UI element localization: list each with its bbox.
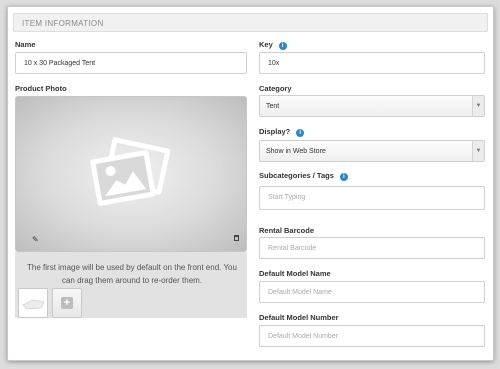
key-label: Key i [259, 40, 287, 50]
trash-icon[interactable] [234, 235, 239, 241]
add-photo-button[interactable]: + [52, 288, 82, 318]
subcategories-tags-input[interactable]: Start Typing [259, 186, 485, 210]
subcategories-label: Subcategories / Tags i [259, 171, 348, 181]
photo-thumbnail[interactable] [18, 288, 48, 318]
display-selected-value: Show in Web Store [266, 148, 326, 155]
key-label-text: Key [259, 40, 273, 49]
product-photo-dropzone[interactable]: ✎ [15, 96, 247, 252]
info-icon[interactable]: i [278, 42, 287, 50]
display-label-text: Display? [259, 127, 291, 136]
info-icon[interactable]: i [296, 129, 305, 137]
product-photo-label: Product Photo [15, 84, 67, 93]
photo-gallery-area: The first image will be used by default … [15, 252, 247, 318]
key-input[interactable]: 10x [259, 52, 485, 74]
rental-barcode-input[interactable]: Rental Barcode [259, 237, 485, 259]
default-model-name-label: Default Model Name [259, 269, 331, 278]
category-select[interactable]: Tent ▼ [259, 95, 485, 117]
info-icon[interactable]: i [339, 173, 348, 181]
tent-thumbnail-image [22, 299, 45, 310]
image-placeholder-icon [90, 137, 171, 206]
name-input[interactable]: 10 x 30 Packaged Tent [15, 52, 247, 74]
subcategories-label-text: Subcategories / Tags [259, 171, 334, 180]
display-select[interactable]: Show in Web Store ▼ [259, 140, 485, 162]
category-selected-value: Tent [266, 103, 280, 110]
item-information-card: ITEM INFORMATION Name 10 x 30 Packaged T… [7, 6, 494, 361]
photo-caption: The first image will be used by default … [27, 263, 237, 285]
chevron-down-icon[interactable]: ▼ [472, 96, 484, 116]
category-label: Category [259, 84, 292, 93]
display-label: Display? i [259, 127, 305, 137]
default-model-number-label: Default Model Number [259, 313, 339, 322]
name-label: Name [15, 40, 36, 49]
pencil-icon[interactable]: ✎ [32, 235, 39, 244]
plus-icon: + [61, 297, 73, 309]
default-model-name-input[interactable]: Default Model Name [259, 281, 485, 303]
default-model-number-input[interactable]: Default Model Number [259, 325, 485, 347]
chevron-down-icon[interactable]: ▼ [472, 141, 484, 161]
rental-barcode-label: Rental Barcode [259, 226, 315, 235]
section-header: ITEM INFORMATION [13, 13, 488, 32]
